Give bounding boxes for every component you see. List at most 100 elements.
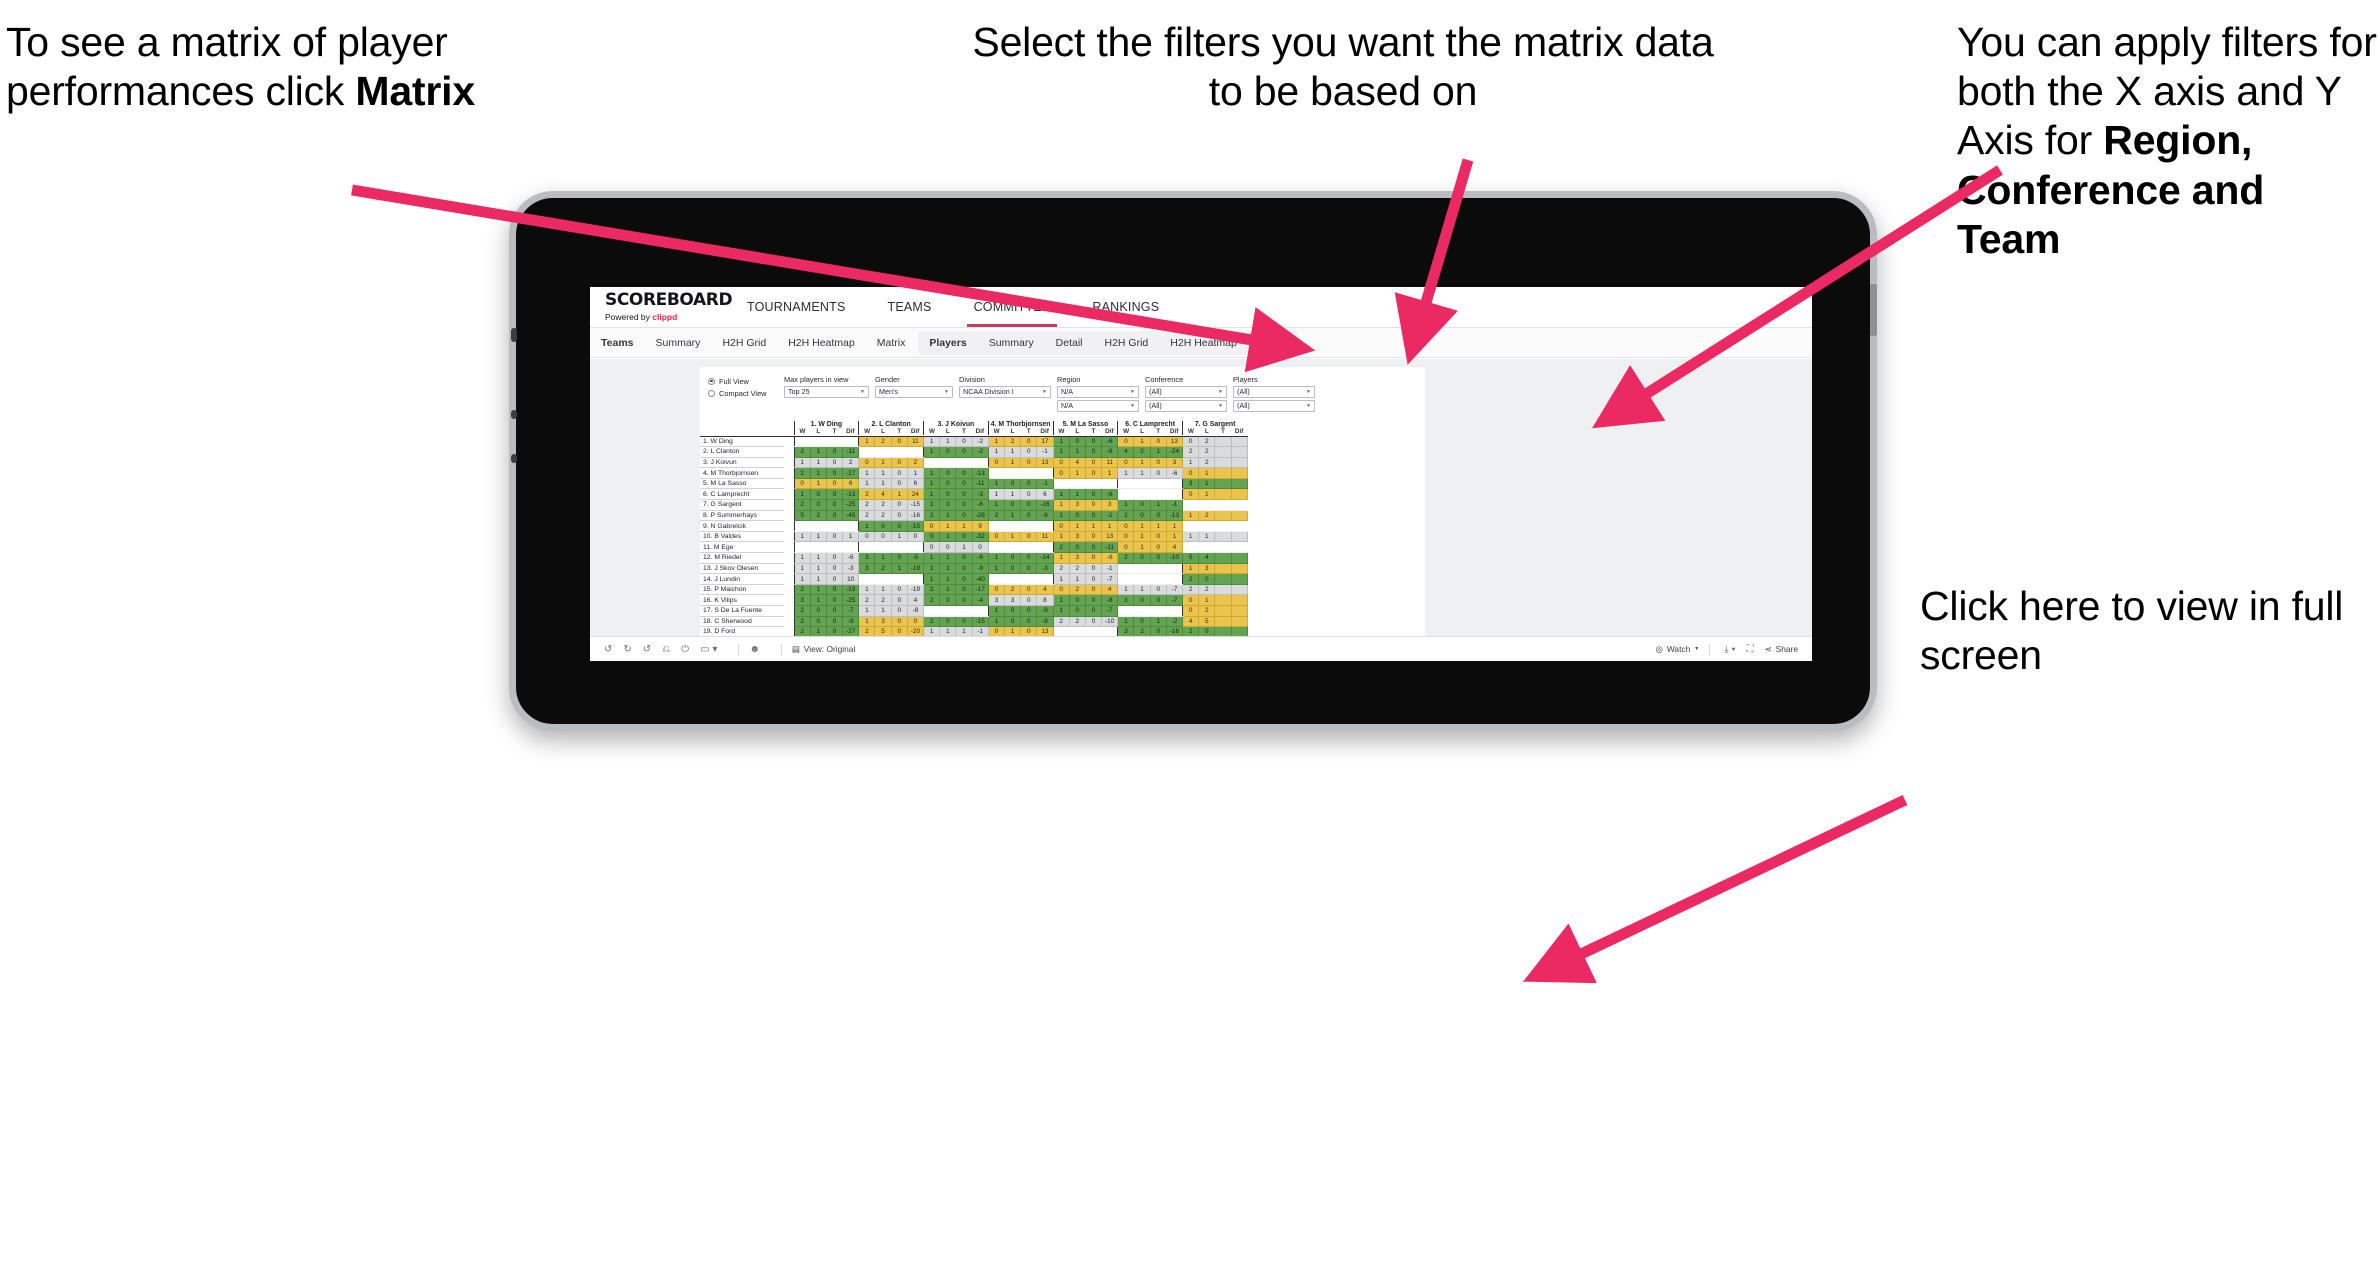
matrix-cell: 1 bbox=[987, 605, 1005, 617]
matrix-cell: -7 bbox=[842, 605, 860, 617]
matrix-cell: -17 bbox=[842, 467, 860, 479]
redo-icon[interactable]: ↻ bbox=[623, 644, 631, 655]
filter-max-players-select[interactable]: Top 25 ▼ bbox=[784, 386, 869, 398]
matrix-cell: 3 bbox=[1165, 456, 1184, 469]
radio-compact-view[interactable]: Compact View bbox=[708, 387, 784, 399]
subnav-players-h2h-grid[interactable]: H2H Grid bbox=[1094, 331, 1160, 355]
subnav-players-h2h-heatmap[interactable]: H2H Heatmap bbox=[1159, 331, 1248, 355]
highlight-icon[interactable]: ▭ ▾ bbox=[700, 644, 717, 655]
matrix-cell: -2 bbox=[971, 435, 989, 448]
matrix-cell: 0 bbox=[890, 477, 908, 490]
matrix-cell: 1 bbox=[1068, 573, 1086, 585]
matrix-cell: -3 bbox=[842, 562, 860, 575]
watch-button[interactable]: ◎ Watch ▼ bbox=[1656, 644, 1700, 654]
matrix-row: 2. L Clanton 2 1 0 -11 1 0 0 -2 1 1 0 -1 1 1 0 -6 4 2 1 -24 2… bbox=[700, 446, 1248, 458]
matrix-cell: 0 bbox=[1181, 594, 1200, 606]
matrix-cell: 2 bbox=[809, 509, 827, 522]
subnav-players-summary[interactable]: Summary bbox=[978, 331, 1045, 355]
matrix-cell: -6 bbox=[1036, 509, 1054, 522]
nav-item-committee[interactable]: COMMITTEE bbox=[953, 287, 1072, 327]
matrix-cell: 0 bbox=[825, 477, 844, 490]
subnav-teams-h2h-heatmap[interactable]: H2H Heatmap bbox=[777, 328, 866, 357]
matrix-cell bbox=[1020, 573, 1037, 585]
subnav-teams-summary[interactable]: Summary bbox=[645, 328, 712, 357]
matrix-cell bbox=[1214, 562, 1232, 575]
matrix-cell: 1 bbox=[809, 594, 827, 606]
matrix-subheader: W bbox=[987, 428, 1005, 435]
matrix-cell: 3 bbox=[1181, 477, 1200, 490]
matrix-cell: 0 bbox=[1003, 552, 1022, 564]
matrix-cell: 0 bbox=[987, 583, 1005, 596]
matrix-cell: 0 bbox=[1084, 594, 1103, 606]
matrix-row-label: 13. J Skov Olesen bbox=[700, 563, 784, 575]
matrix-cell: 1 bbox=[922, 446, 941, 458]
filter-players-x-value: (All) bbox=[1237, 387, 1250, 397]
matrix-cell: 1 bbox=[1198, 488, 1216, 501]
matrix-cell bbox=[1004, 520, 1021, 532]
share-button[interactable]: ⋖ Share bbox=[1765, 644, 1798, 654]
matrix-subheader: L bbox=[1075, 428, 1080, 435]
matrix-row-label: 10. B Valdes bbox=[700, 531, 784, 543]
filter-division-select[interactable]: NCAA Division I ▼ bbox=[959, 386, 1051, 398]
matrix-cell: 0 bbox=[1181, 467, 1200, 479]
matrix-cell: 0 bbox=[1084, 499, 1103, 511]
matrix-cell: 0 bbox=[1149, 456, 1167, 469]
filter-conference-y-select[interactable]: (All) ▼ bbox=[1145, 400, 1227, 412]
matrix-scroll-area[interactable]: 1. W Ding 2. L Clanton 3. J Koivun 4. M Tho… bbox=[700, 421, 1425, 649]
matrix-cell: -7 bbox=[1101, 573, 1119, 585]
matrix-cell: 0 bbox=[1133, 499, 1151, 511]
matrix-row: 8. P Summerhays 5 2 0 -45 2 2 0 -16 2 1 0 -28 2 1 0 -6 1 0… bbox=[700, 509, 1248, 522]
filter-region-y-select[interactable]: N/A ▼ bbox=[1057, 400, 1139, 412]
matrix-cell: 3 bbox=[858, 552, 876, 564]
matrix-cell bbox=[1230, 530, 1248, 543]
matrix-cell: 1 bbox=[874, 605, 892, 617]
matrix-cell: 0 bbox=[1181, 488, 1200, 501]
download-icon[interactable]: ⤓ ▾ bbox=[1724, 644, 1735, 655]
chevron-down-icon: ▼ bbox=[1694, 646, 1700, 652]
matrix-cell bbox=[1133, 563, 1151, 575]
matrix-cell: 0 bbox=[939, 594, 957, 606]
matrix-cell: 0 bbox=[1084, 573, 1103, 585]
revert-icon[interactable]: ↺ bbox=[643, 644, 651, 655]
subnav-players-detail[interactable]: Detail bbox=[1045, 331, 1094, 355]
matrix-cell: -40 bbox=[971, 573, 989, 585]
matrix-col-header: 3. J Koivun bbox=[923, 421, 989, 428]
matrix-cell: 0 bbox=[1020, 477, 1038, 490]
screenshot-root: To see a matrix of player performances c… bbox=[0, 0, 2378, 1280]
subnav-players-matrix[interactable]: Matrix bbox=[1248, 331, 1299, 355]
matrix-cell: -6 bbox=[971, 499, 989, 511]
refresh-data-icon[interactable]: ⎌ bbox=[662, 644, 670, 655]
matrix-cell: 0 bbox=[1084, 562, 1103, 575]
nav-item-rankings[interactable]: RANKINGS bbox=[1071, 287, 1180, 327]
matrix-subheader: W bbox=[793, 428, 811, 435]
filter-region-x-select[interactable]: N/A ▼ bbox=[1057, 386, 1139, 398]
matrix-cell: 0 bbox=[1149, 541, 1167, 554]
matrix-cell: 1 bbox=[809, 583, 827, 596]
matrix-column-headers: 1. W Ding 2. L Clanton 3. J Koivun 4. M Tho… bbox=[700, 421, 1248, 428]
nav-item-tournaments[interactable]: TOURNAMENTS bbox=[726, 287, 867, 327]
pause-updates-icon[interactable]: ⏻ bbox=[681, 644, 689, 655]
matrix-cell: 0 bbox=[890, 520, 908, 532]
filter-players-x-select[interactable]: (All) ▼ bbox=[1233, 386, 1315, 398]
undo-icon[interactable]: ↺ bbox=[604, 644, 612, 655]
matrix-cell: 1 bbox=[1133, 530, 1151, 543]
matrix-cell: 2 bbox=[874, 562, 892, 575]
matrix-cell: 1 bbox=[1198, 477, 1216, 490]
nav-item-teams[interactable]: TEAMS bbox=[867, 287, 953, 327]
filter-gender-select[interactable]: Men's ▼ bbox=[875, 386, 953, 398]
matrix-cell bbox=[1214, 499, 1232, 511]
matrix-cell bbox=[1230, 583, 1248, 596]
fullscreen-icon[interactable]: ⛶ bbox=[1747, 644, 1754, 655]
help-icon[interactable]: ☻ bbox=[749, 644, 760, 655]
subnav-teams-matrix[interactable]: Matrix bbox=[866, 328, 917, 357]
subnav-teams-h2h-grid[interactable]: H2H Grid bbox=[711, 328, 777, 357]
matrix-subheader: T bbox=[832, 428, 837, 435]
workbook-toolbar: ↺ ↻ ↺ ⎌ ⏻ ▭ ▾ ☻ ▤ View: Original ◎ Watch… bbox=[590, 636, 1812, 661]
matrix-cell bbox=[1166, 488, 1183, 501]
matrix-row-label: 8. P Summerhays bbox=[700, 510, 784, 522]
filter-players-y-select[interactable]: (All) ▼ bbox=[1233, 400, 1315, 412]
view-original-button[interactable]: ▤ View: Original bbox=[792, 644, 855, 654]
filter-conference-x-select[interactable]: (All) ▼ bbox=[1145, 386, 1227, 398]
matrix-cell bbox=[1214, 583, 1232, 596]
radio-full-view[interactable]: Full View bbox=[708, 375, 784, 387]
